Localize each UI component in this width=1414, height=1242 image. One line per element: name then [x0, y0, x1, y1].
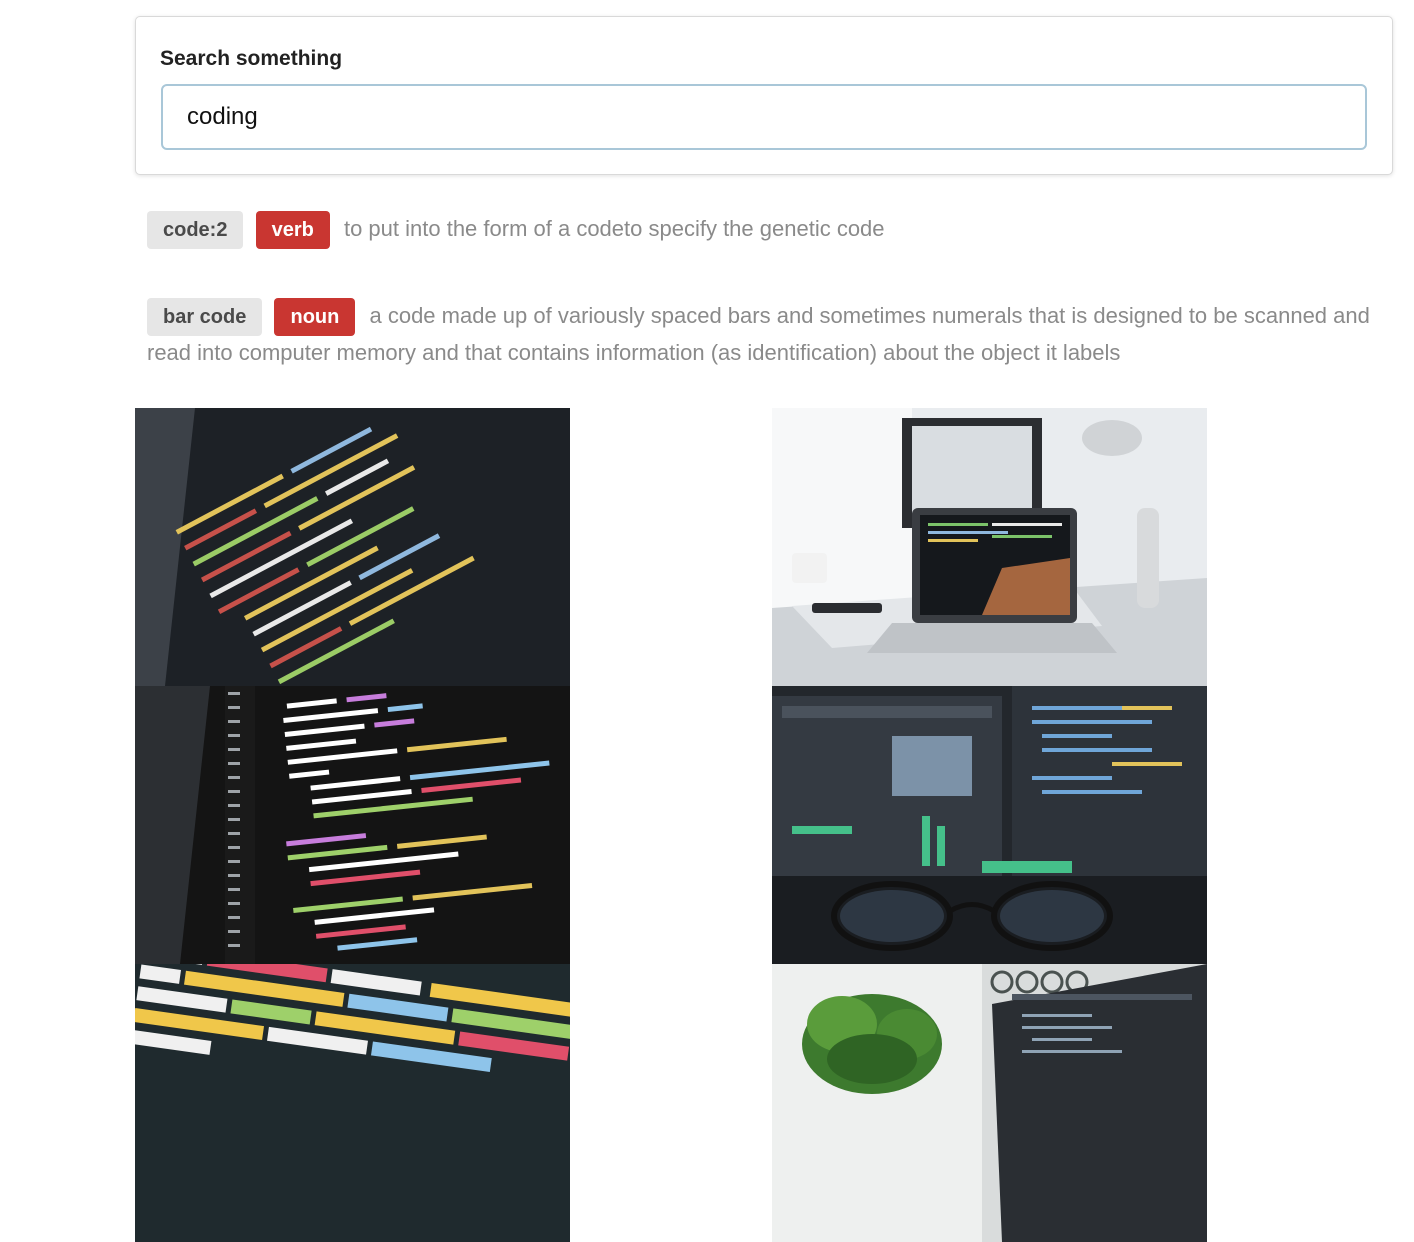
- search-card: Search something: [135, 16, 1393, 175]
- image-monitors-glasses[interactable]: [772, 686, 1207, 964]
- word-tag[interactable]: bar code: [147, 298, 263, 336]
- definition-text: to put into the form of a codeto specify…: [343, 215, 885, 241]
- definition-item: bar code noun a code made up of variousl…: [147, 298, 1387, 369]
- search-label: Search something: [160, 47, 343, 70]
- word-tag[interactable]: code:2: [147, 211, 244, 249]
- image-javascript-code[interactable]: [135, 964, 570, 1242]
- definition-item: code:2 verb to put into the form of a co…: [147, 211, 1387, 249]
- image-plant-laptop[interactable]: [772, 964, 1207, 1242]
- image-code-editor-closeup[interactable]: [135, 408, 570, 686]
- image-python-code[interactable]: [135, 686, 570, 964]
- part-of-speech-badge: verb: [255, 211, 330, 249]
- part-of-speech-badge: noun: [274, 298, 356, 336]
- image-laptop-on-desk[interactable]: [772, 408, 1207, 686]
- search-input[interactable]: [161, 84, 1367, 150]
